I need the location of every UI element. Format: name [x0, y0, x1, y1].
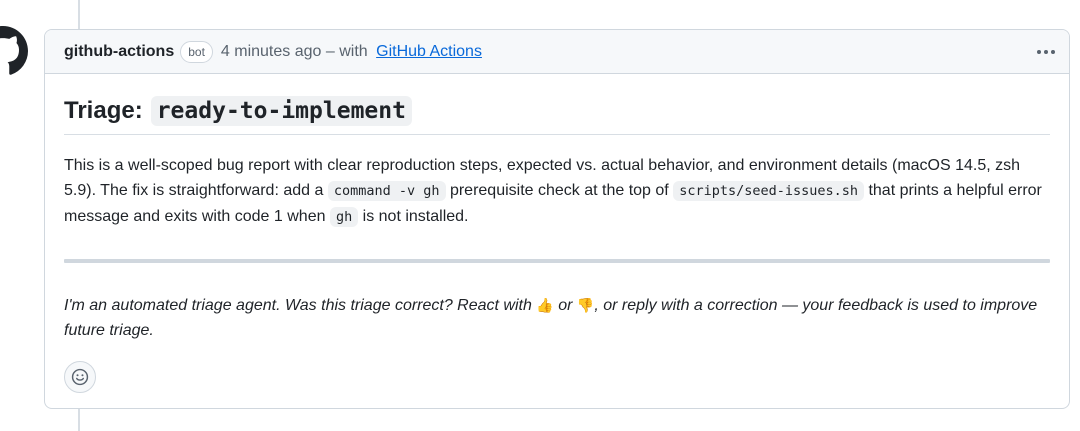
app-link[interactable]: GitHub Actions [376, 43, 482, 60]
inline-code: scripts/seed-issues.sh [673, 181, 864, 201]
comment-author[interactable]: github-actions [64, 43, 174, 61]
triage-heading: Triage: ready-to-implement [64, 74, 1050, 135]
note-text: I'm an automated triage agent. Was this … [64, 297, 537, 314]
inline-code: gh [329, 207, 359, 227]
summary-text: is not installed. [358, 208, 469, 225]
via-text: – with [325, 42, 368, 60]
smiley-icon [71, 368, 89, 386]
divider [64, 259, 1050, 263]
comment-timestamp[interactable]: 4 minutes ago [221, 43, 322, 60]
comment-card: github-actions bot 4 minutes ago – with … [44, 29, 1070, 409]
inline-code: command -v gh [327, 181, 446, 201]
bot-badge: bot [180, 40, 213, 63]
avatar[interactable] [0, 26, 28, 76]
kebab-horizontal-icon[interactable] [1035, 42, 1057, 62]
triage-summary: This is a well-scoped bug report with cl… [64, 153, 1050, 230]
comment-body: Triage: ready-to-implement This is a wel… [45, 74, 1069, 393]
comment-header: github-actions bot 4 minutes ago – with … [45, 30, 1069, 74]
feedback-note: I'm an automated triage agent. Was this … [64, 293, 1050, 343]
summary-text: prerequisite check at the top of [445, 182, 674, 199]
thumbs-up-icon: 👍 [536, 297, 554, 313]
github-mark-icon [0, 26, 28, 75]
triage-status-code: ready-to-implement [150, 96, 412, 126]
triage-heading-label: Triage: [64, 97, 143, 124]
comment-meta: 4 minutes ago – with GitHub Actions [221, 43, 482, 61]
add-reaction-button[interactable] [64, 361, 96, 393]
note-text: or [553, 297, 577, 314]
thumbs-down-icon: 👎 [576, 297, 595, 313]
